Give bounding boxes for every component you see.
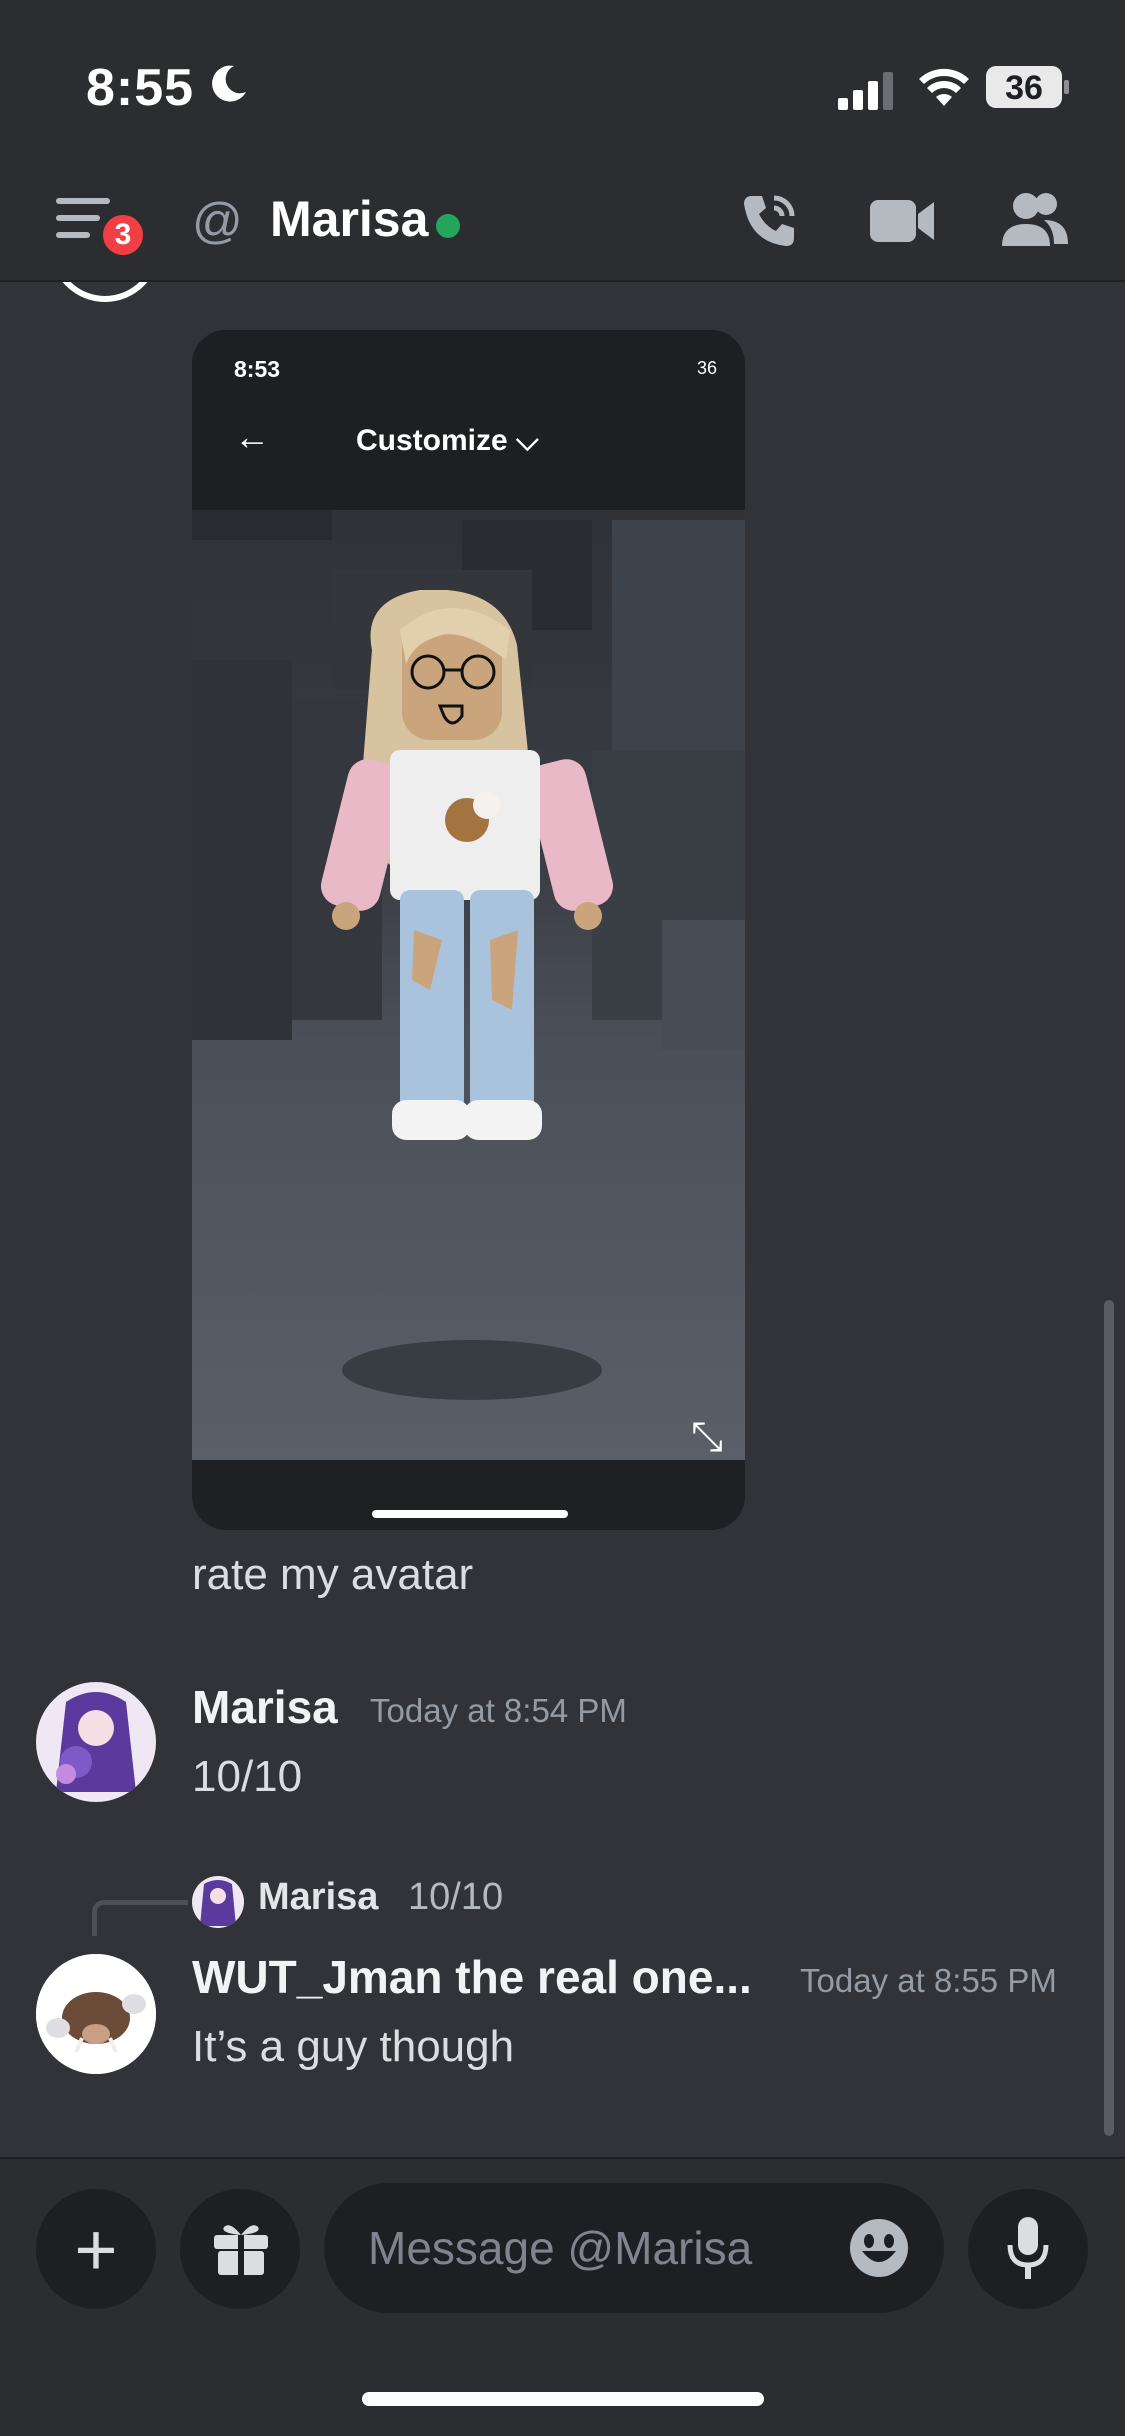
collapse-icon: ⤡ (691, 1415, 723, 1459)
plus-icon: + (74, 2208, 118, 2291)
members-icon[interactable] (1000, 190, 1070, 250)
channel-title[interactable]: Marisa (270, 190, 428, 248)
reply-username[interactable]: Marisa (258, 1876, 378, 1919)
message-username[interactable]: Marisa (192, 1680, 338, 1734)
status-bar: 8:55 36 (0, 0, 1125, 170)
message-text: 10/10 (192, 1752, 303, 1801)
customize-label: Customize ⌵ (356, 424, 539, 457)
phone-call-icon[interactable] (738, 190, 800, 252)
reply-text[interactable]: 10/10 (408, 1876, 503, 1919)
gift-button[interactable] (180, 2189, 300, 2309)
attachment-status-area: 8:53 36 ← Customize ⌵ (192, 330, 745, 510)
home-indicator[interactable] (362, 2392, 764, 2406)
online-status-dot (436, 214, 460, 238)
image-attachment[interactable]: 8:53 36 ← Customize ⌵ ⤡ (192, 330, 745, 1530)
notification-badge: 3 (98, 210, 148, 260)
back-arrow-icon: ← (234, 416, 270, 457)
attachment-time: 8:53 (234, 356, 281, 382)
status-time: 8:55 (86, 59, 195, 117)
video-camera-icon[interactable] (870, 196, 936, 246)
emoji-icon[interactable] (848, 2217, 910, 2279)
gift-icon (214, 2225, 268, 2275)
wifi-icon (919, 68, 969, 106)
microphone-icon (1007, 2217, 1049, 2279)
attach-button[interactable]: + (36, 2189, 156, 2309)
chat-header: 3 @ Marisa (0, 170, 1125, 282)
avatar-scene-image (192, 460, 745, 1460)
message-username[interactable]: WUT_Jman the real one... (192, 1950, 752, 2004)
message-timestamp: Today at 8:54 PM (370, 1692, 627, 1729)
reply-avatar[interactable] (192, 1876, 244, 1928)
roblox-character-image (320, 590, 614, 1140)
attachment-home-bar (372, 1510, 568, 1518)
at-icon: @ (192, 193, 243, 249)
voice-message-button[interactable] (968, 2189, 1088, 2309)
avatar[interactable] (50, 282, 160, 302)
avatar[interactable] (36, 1682, 156, 1802)
message-list[interactable]: 8:53 36 ← Customize ⌵ ⤡ rate my avatar M… (0, 282, 1125, 2157)
scrollbar[interactable] (1104, 1300, 1114, 2136)
attachment-battery: 36 (696, 358, 717, 378)
message-text: It’s a guy though (192, 2022, 515, 2071)
reply-connector (92, 1900, 188, 1936)
message-text: rate my avatar (192, 1550, 474, 1599)
message-input[interactable]: Message @Marisa (324, 2183, 944, 2313)
battery-level: 36 (1005, 69, 1043, 107)
avatar[interactable] (36, 1954, 156, 2074)
moon-icon (212, 65, 246, 102)
message-input-placeholder: Message @Marisa (368, 2222, 753, 2274)
signal-icon (838, 72, 893, 110)
message-timestamp: Today at 8:55 PM (800, 1962, 1057, 1999)
battery-indicator: 36 (986, 66, 1070, 108)
